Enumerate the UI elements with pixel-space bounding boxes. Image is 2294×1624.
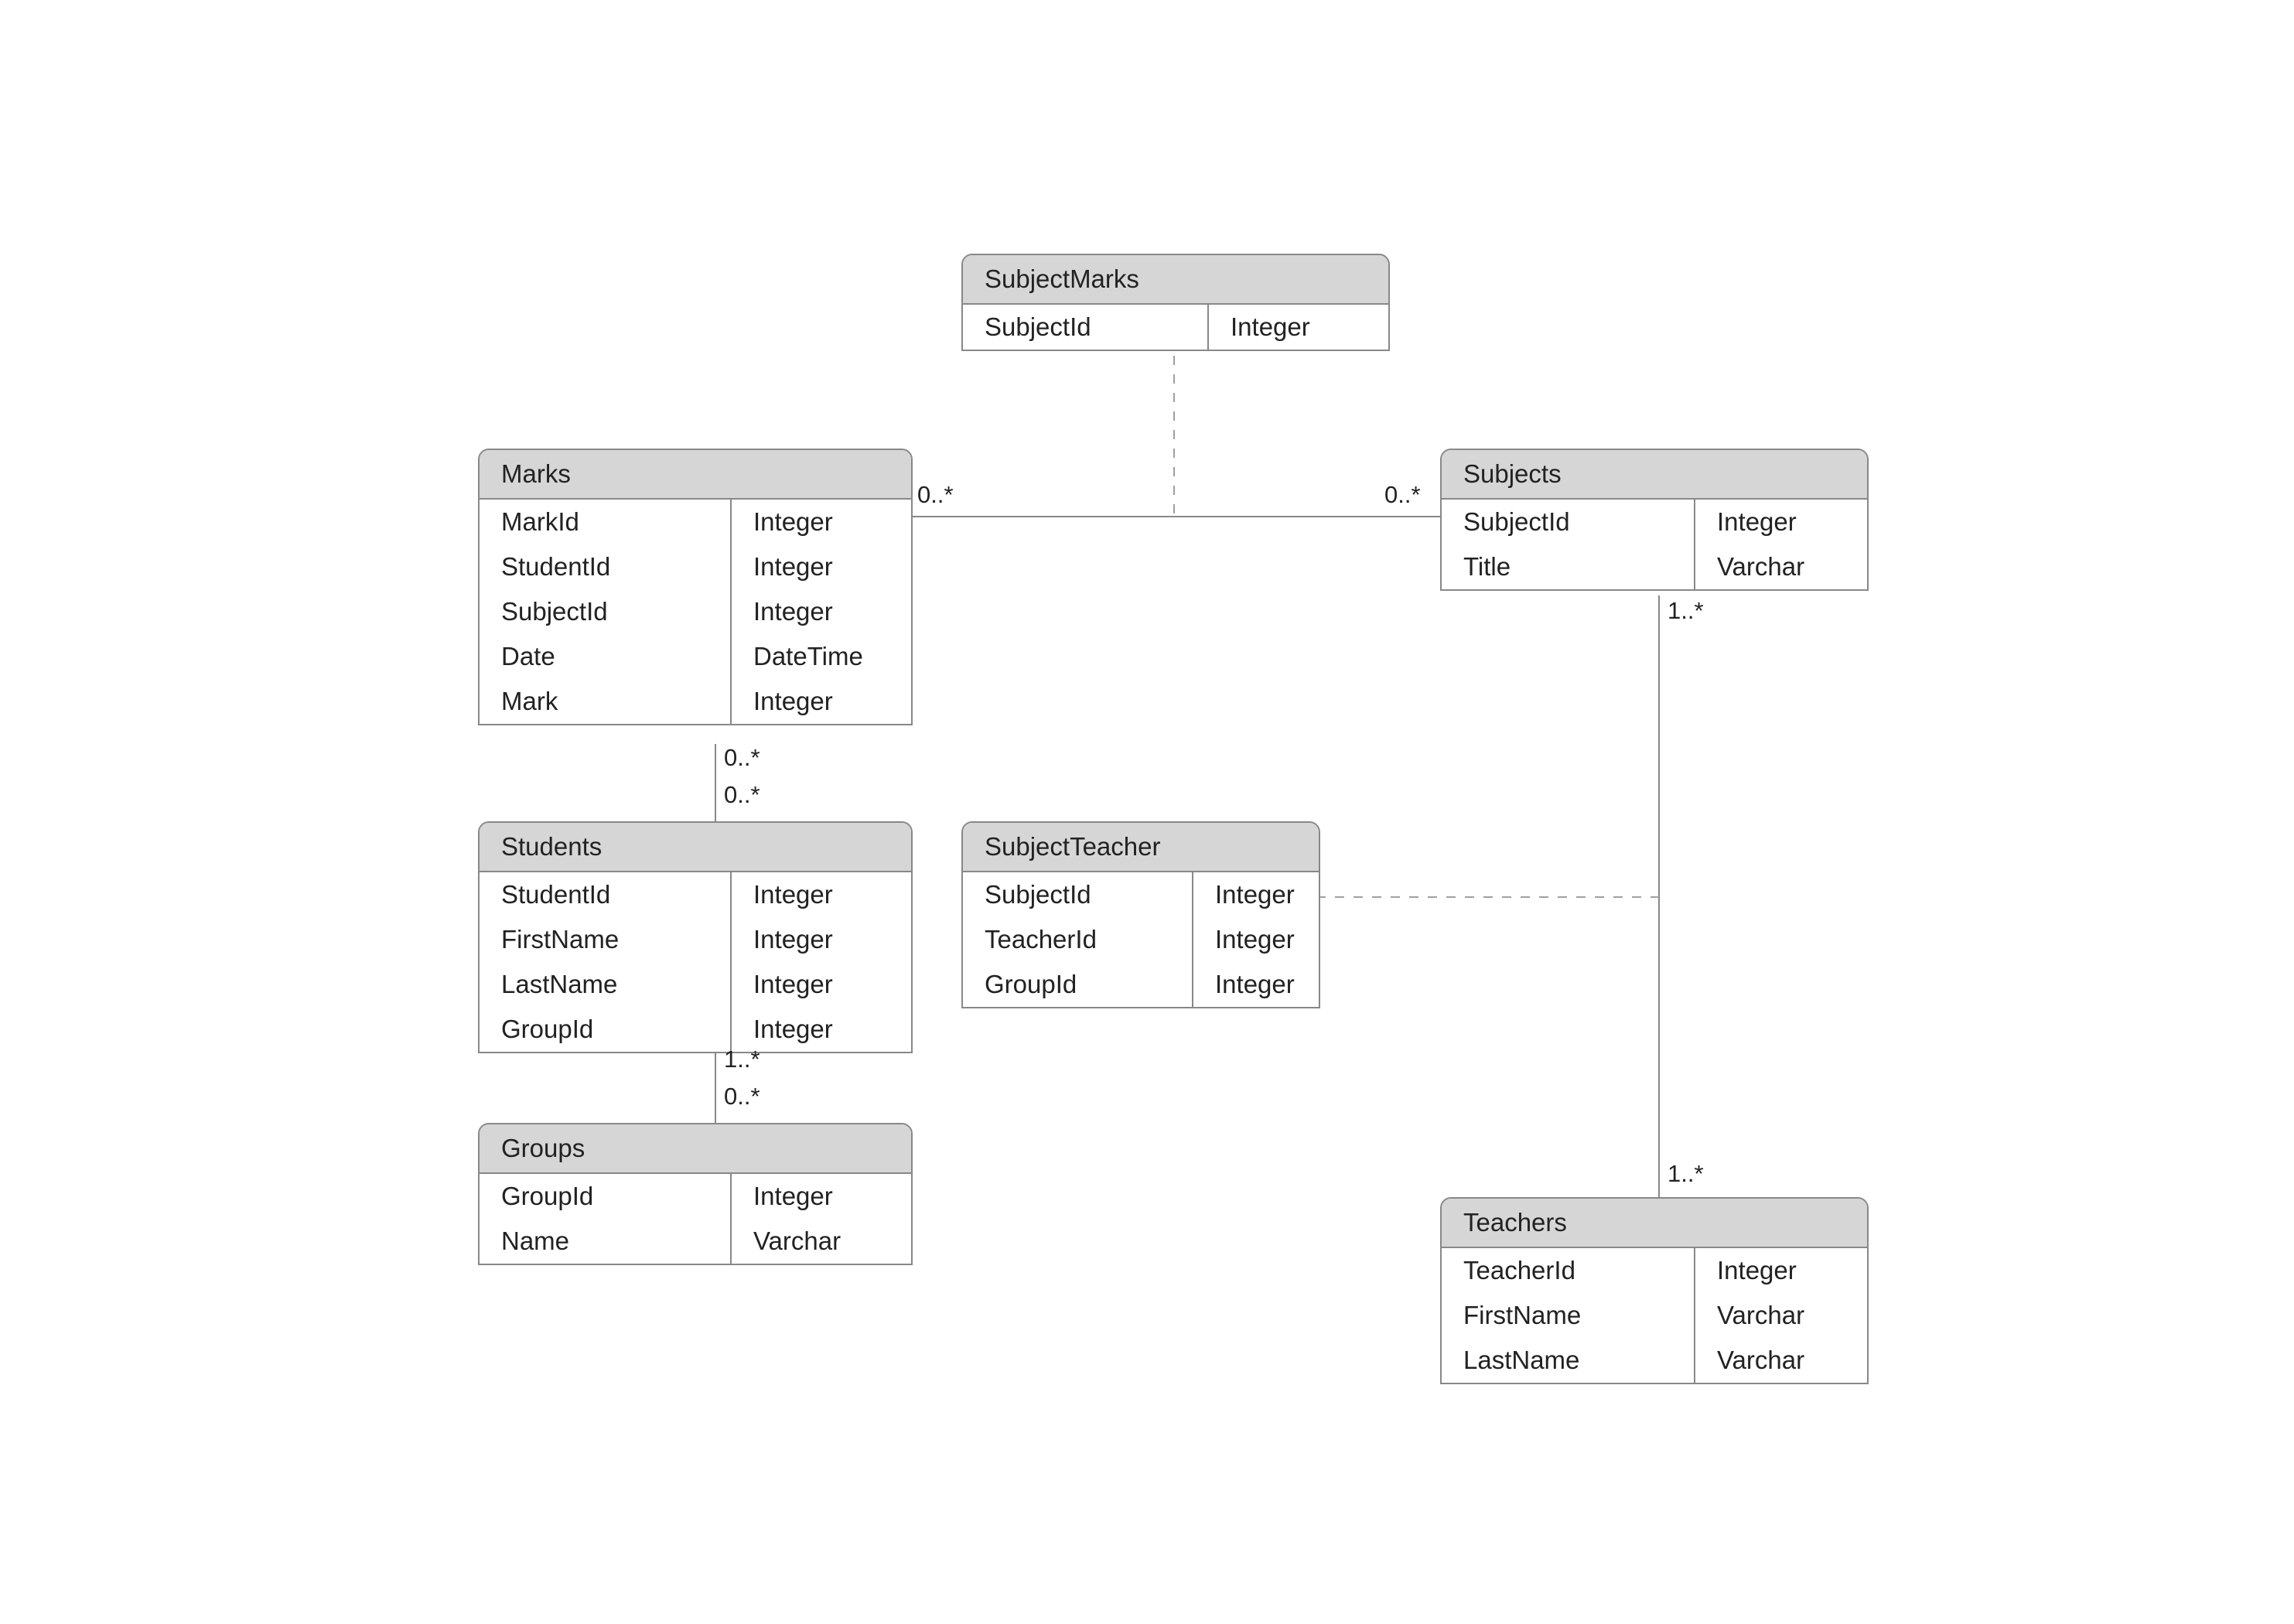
field-name: GroupId [963,962,1193,1007]
entity-row: LastName Varchar [1442,1338,1867,1383]
field-type: Varchar [732,1219,862,1264]
entity-title: Teachers [1442,1199,1867,1248]
multiplicity-label: 0..* [724,781,760,809]
entity-row: LastName Integer [480,962,911,1007]
entity-row: TeacherId Integer [1442,1248,1867,1293]
field-type: Integer [732,544,855,589]
entity-title: SubjectMarks [963,255,1388,305]
entity-subjectteacher: SubjectTeacher SubjectId Integer Teacher… [961,821,1320,1008]
field-name: TeacherId [963,917,1193,962]
multiplicity-label: 0..* [1384,481,1421,509]
entity-teachers: Teachers TeacherId Integer FirstName Var… [1440,1197,1869,1384]
entity-title: Students [480,823,911,872]
entity-row: SubjectId Integer [963,305,1388,350]
field-name: GroupId [480,1007,732,1052]
entity-row: GroupId Integer [480,1174,911,1219]
field-type: Integer [1193,872,1316,917]
multiplicity-label: 0..* [917,481,954,509]
entity-marks: Marks MarkId Integer StudentId Integer S… [478,449,913,725]
field-name: StudentId [480,872,732,917]
entity-row: FirstName Varchar [1442,1293,1867,1338]
multiplicity-label: 1..* [1668,1160,1704,1188]
field-name: LastName [480,962,732,1007]
field-name: GroupId [480,1174,732,1219]
field-type: Varchar [1695,1338,1826,1383]
multiplicity-label: 1..* [724,1046,760,1073]
entity-title: Marks [480,450,911,500]
entity-row: MarkId Integer [480,500,911,544]
connectors [0,0,2294,1624]
entity-title: Groups [480,1124,911,1174]
field-name: Name [480,1219,732,1264]
field-name: StudentId [480,544,732,589]
field-name: MarkId [480,500,732,544]
entity-students: Students StudentId Integer FirstName Int… [478,821,913,1053]
field-type: Integer [732,589,855,634]
field-type: Integer [1193,962,1316,1007]
entity-row: GroupId Integer [480,1007,911,1052]
entity-title: Subjects [1442,450,1867,500]
field-type: Integer [732,962,855,1007]
field-type: Integer [732,679,855,724]
entity-subjects: Subjects SubjectId Integer Title Varchar [1440,449,1869,591]
er-diagram: SubjectMarks SubjectId Integer Marks Mar… [0,0,2294,1624]
field-name: LastName [1442,1338,1695,1383]
entity-row: SubjectId Integer [963,872,1319,917]
field-type: Integer [1209,305,1332,350]
field-type: Integer [1695,500,1818,544]
field-name: TeacherId [1442,1248,1695,1293]
field-type: Varchar [1695,544,1826,589]
field-name: SubjectId [1442,500,1695,544]
field-type: Integer [1695,1248,1818,1293]
entity-row: FirstName Integer [480,917,911,962]
field-name: SubjectId [480,589,732,634]
field-name: Date [480,634,732,679]
entity-row: Date DateTime [480,634,911,679]
entity-row: Mark Integer [480,679,911,724]
entity-row: SubjectId Integer [480,589,911,634]
multiplicity-label: 1..* [1668,597,1704,625]
entity-row: GroupId Integer [963,962,1319,1007]
entity-groups: Groups GroupId Integer Name Varchar [478,1123,913,1265]
entity-row: Name Varchar [480,1219,911,1264]
entity-subjectmarks: SubjectMarks SubjectId Integer [961,254,1390,351]
field-type: Integer [732,500,855,544]
field-name: SubjectId [963,872,1193,917]
field-name: SubjectId [963,305,1209,350]
entity-row: Title Varchar [1442,544,1867,589]
entity-row: TeacherId Integer [963,917,1319,962]
entity-title: SubjectTeacher [963,823,1319,872]
field-type: Varchar [1695,1293,1826,1338]
field-type: Integer [732,917,855,962]
field-name: Mark [480,679,732,724]
field-name: FirstName [480,917,732,962]
entity-row: SubjectId Integer [1442,500,1867,544]
field-type: Integer [1193,917,1316,962]
multiplicity-label: 0..* [724,744,760,772]
field-name: FirstName [1442,1293,1695,1338]
multiplicity-label: 0..* [724,1083,760,1111]
entity-row: StudentId Integer [480,544,911,589]
field-type: DateTime [732,634,885,679]
entity-row: StudentId Integer [480,872,911,917]
field-type: Integer [732,1174,855,1219]
field-name: Title [1442,544,1695,589]
field-type: Integer [732,872,855,917]
